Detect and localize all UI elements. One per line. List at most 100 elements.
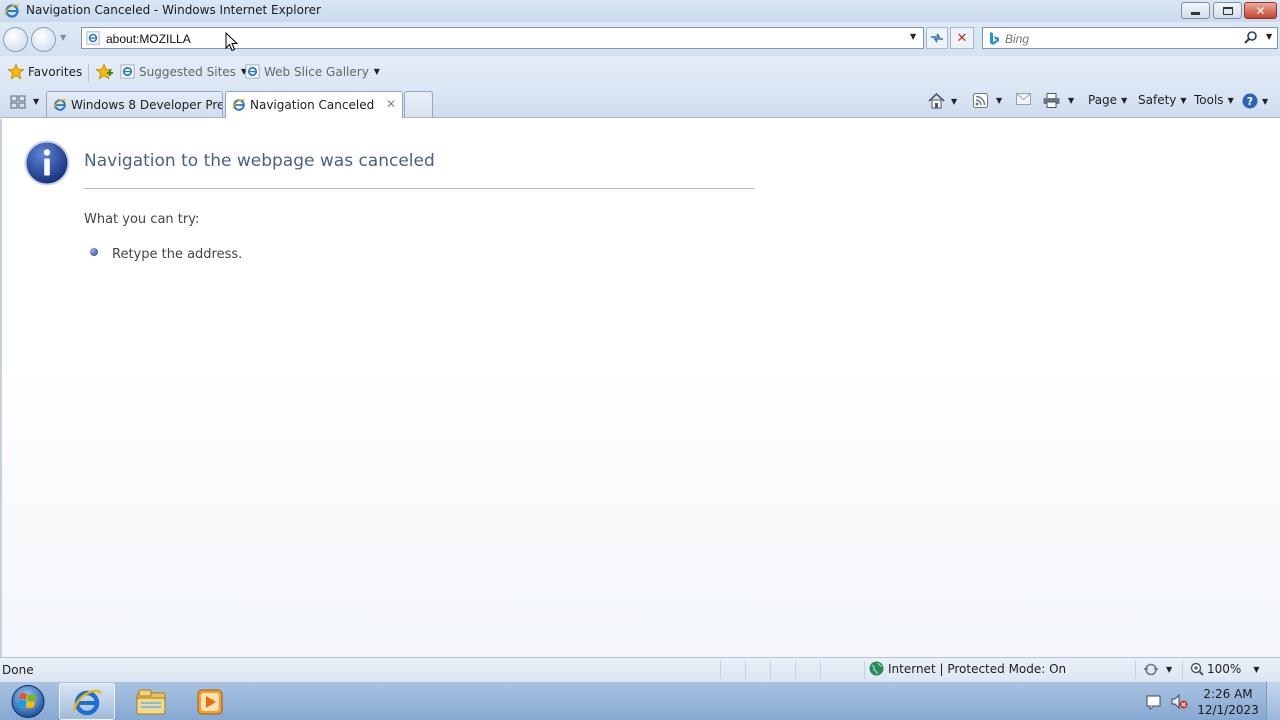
minimize-button[interactable] <box>1181 2 1210 19</box>
web-slice-gallery-link[interactable]: Web Slice Gallery ▼ <box>245 64 380 79</box>
search-input[interactable] <box>1005 30 1225 47</box>
help-icon: ? <box>1242 93 1258 109</box>
ie-icon <box>232 99 246 111</box>
search-icon[interactable] <box>1243 30 1259 46</box>
navigation-bar: ▼ ▼ ✕ ▼ <box>0 22 1280 56</box>
help-menu[interactable]: ? ▼ <box>1242 93 1268 109</box>
zone-label: Internet | Protected Mode: On <box>888 661 1067 676</box>
feeds-button[interactable]: ▼ <box>973 93 1002 108</box>
taskbar-media-player[interactable] <box>182 683 238 720</box>
security-zone[interactable]: Internet | Protected Mode: On <box>869 661 1066 676</box>
clock-date: 12/1/2023 <box>1197 703 1259 717</box>
favorites-label: Favorites <box>28 64 83 79</box>
star-icon <box>8 64 24 79</box>
tab-windows-8-developer-preview[interactable]: Windows 8 Developer Prev... <box>46 91 223 117</box>
compatibility-view-button[interactable] <box>926 27 948 49</box>
page-menu[interactable]: Page ▼ <box>1088 93 1127 107</box>
favorites-button[interactable]: Favorites <box>8 64 82 79</box>
start-button[interactable] <box>4 683 48 720</box>
print-button[interactable]: ▼ <box>1043 93 1074 108</box>
zoom-level: 100% <box>1207 662 1242 676</box>
quick-tabs-button[interactable] <box>6 92 30 112</box>
change-zoom-icon <box>1144 663 1158 676</box>
info-icon <box>24 140 70 186</box>
svg-text:?: ? <box>1247 95 1253 108</box>
recent-pages-dropdown-icon[interactable]: ▼ <box>60 33 72 45</box>
address-input[interactable] <box>106 30 886 47</box>
read-mail-button[interactable] <box>1016 93 1031 105</box>
tab-bar: ▼ Windows 8 Developer Prev... Navigation… <box>0 88 1280 118</box>
taskbar-internet-explorer[interactable] <box>59 683 115 720</box>
home-button[interactable]: ▼ <box>928 93 957 109</box>
safety-menu-label: Safety <box>1138 93 1177 107</box>
ie-icon <box>4 4 20 18</box>
status-text: Done <box>2 663 34 677</box>
address-dropdown-icon[interactable]: ▼ <box>910 32 916 41</box>
page-ie-icon <box>86 31 100 45</box>
chevron-down-icon[interactable]: ▼ <box>1068 96 1074 105</box>
accelerators-button[interactable]: ▼ <box>1143 662 1172 677</box>
ie-icon <box>72 689 102 715</box>
chevron-down-icon: ▼ <box>1121 95 1128 105</box>
restore-button[interactable] <box>1213 2 1242 19</box>
chevron-down-icon: ▼ <box>1227 95 1234 105</box>
page-content: Navigation to the webpage was canceled W… <box>0 119 1280 657</box>
page-ie-icon <box>120 64 135 79</box>
search-box[interactable]: ▼ <box>982 27 1278 49</box>
back-button[interactable] <box>3 27 28 52</box>
mouse-cursor-icon <box>225 32 239 52</box>
media-player-icon <box>197 689 223 714</box>
address-bar[interactable]: ▼ <box>81 27 924 49</box>
refresh-icon <box>931 33 943 43</box>
clock-time: 2:26 AM <box>1203 687 1253 701</box>
add-to-favorites-bar-button[interactable] <box>96 64 113 79</box>
add-favorite-icon <box>96 64 113 79</box>
chevron-down-icon: ▼ <box>373 67 380 76</box>
close-tab-icon[interactable]: ✕ <box>386 97 396 111</box>
taskbar-windows-explorer[interactable] <box>123 683 179 720</box>
globe-icon <box>869 661 884 676</box>
new-tab-button[interactable] <box>404 91 433 117</box>
tab-navigation-canceled[interactable]: Navigation Canceled ✕ <box>225 91 403 118</box>
status-separator <box>1135 661 1136 679</box>
system-clock[interactable]: 2:26 AM 12/1/2023 <box>1196 686 1260 718</box>
tab-list-dropdown-icon[interactable]: ▼ <box>33 97 39 106</box>
tab-label: Windows 8 Developer Prev... <box>71 97 222 112</box>
chevron-down-icon: ▼ <box>1253 664 1260 674</box>
status-bar: Done Internet | Protected Mode: On ▼ 100… <box>0 657 1280 681</box>
chevron-down-icon: ▼ <box>1180 95 1187 105</box>
forward-button[interactable] <box>31 27 56 52</box>
bing-icon <box>990 32 999 45</box>
status-separator <box>1182 661 1183 679</box>
title-bar: Navigation Canceled - Windows Internet E… <box>0 0 1280 22</box>
tools-menu-label: Tools <box>1194 93 1224 107</box>
status-separator <box>770 661 771 679</box>
volume-muted-icon[interactable] <box>1171 693 1188 710</box>
mail-icon <box>1016 93 1031 105</box>
stop-icon: ✕ <box>956 30 968 46</box>
status-separator <box>745 661 746 679</box>
page-menu-label: Page <box>1088 93 1118 107</box>
restore-icon <box>1222 6 1233 15</box>
chevron-down-icon[interactable]: ▼ <box>996 96 1002 105</box>
rss-feed-icon <box>973 93 988 108</box>
bullet-icon <box>90 248 98 256</box>
suggested-sites-link[interactable]: Suggested Sites ▼ <box>120 64 247 79</box>
window-title: Navigation Canceled - Windows Internet E… <box>26 3 321 17</box>
taskbar: 2:26 AM 12/1/2023 <box>0 681 1280 720</box>
show-desktop-button[interactable] <box>1266 682 1280 720</box>
action-center-icon[interactable] <box>1146 693 1163 710</box>
suggestion-retype-address: Retype the address. <box>112 247 243 262</box>
safety-menu[interactable]: Safety ▼ <box>1138 93 1187 107</box>
tools-menu[interactable]: Tools ▼ <box>1194 93 1234 107</box>
zoom-level-button[interactable]: 100% ▼ <box>1190 662 1259 676</box>
minimize-icon <box>1191 12 1200 15</box>
printer-icon <box>1043 93 1060 108</box>
what-you-can-try-label: What you can try: <box>84 212 200 227</box>
stop-button[interactable]: ✕ <box>950 27 974 49</box>
chevron-down-icon[interactable]: ▼ <box>951 97 957 106</box>
close-window-button[interactable]: ✕ <box>1244 2 1277 19</box>
suggested-sites-label: Suggested Sites <box>139 64 236 79</box>
search-options-dropdown-icon[interactable]: ▼ <box>1266 32 1272 41</box>
status-separator <box>720 661 721 679</box>
